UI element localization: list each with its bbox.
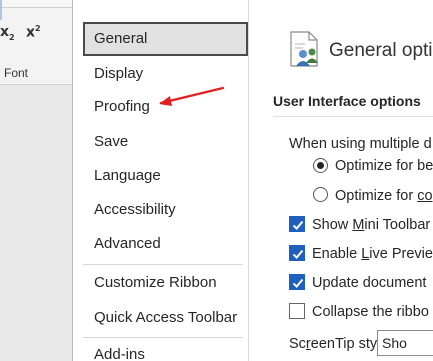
collapse-ribbon-label[interactable]: Collapse the ribbo xyxy=(312,304,429,320)
superscript-button[interactable]: x2 xyxy=(26,24,41,41)
nav-item-quick-access-toolbar[interactable]: Quick Access Toolbar xyxy=(83,301,248,335)
multi-display-label: When using multiple d xyxy=(289,136,432,152)
checkmark-icon xyxy=(292,249,304,259)
nav-item-add-ins[interactable]: Add-ins xyxy=(83,338,248,361)
ribbon-background: x2 x2 Font xyxy=(0,0,72,361)
nav-item-display[interactable]: Display xyxy=(83,57,248,91)
checkmark-icon xyxy=(292,220,304,230)
live-preview-checkbox[interactable] xyxy=(289,245,305,261)
update-document-label[interactable]: Update document xyxy=(312,275,426,291)
screentip-style-dropdown[interactable]: Sho xyxy=(377,330,433,356)
nav-item-general[interactable]: General xyxy=(83,22,248,56)
optimize-best-label[interactable]: Optimize for be xyxy=(335,158,433,174)
mini-toolbar-checkbox[interactable] xyxy=(289,216,305,232)
text-effects-icon[interactable] xyxy=(0,0,10,20)
update-document-checkbox[interactable] xyxy=(289,274,305,290)
document-area xyxy=(0,85,72,361)
mini-toolbar-label[interactable]: Show Mini Toolbar xyxy=(312,217,430,233)
optimize-best-radio[interactable] xyxy=(313,158,328,173)
ribbon-top-edge xyxy=(0,0,72,8)
font-group-label: Font xyxy=(4,66,29,80)
live-preview-label[interactable]: Enable Live Previe xyxy=(312,246,433,262)
checkmark-icon xyxy=(292,278,304,288)
nav-divider xyxy=(83,264,243,265)
optimize-compat-radio[interactable] xyxy=(313,187,328,202)
section-divider xyxy=(273,116,433,117)
general-options-icon xyxy=(290,31,318,67)
nav-item-language[interactable]: Language xyxy=(83,159,248,193)
options-content: General optio User Interface options Whe… xyxy=(250,0,433,361)
optimize-compat-label[interactable]: Optimize for co xyxy=(335,188,433,204)
options-dialog: General Display Proofing Save Language A… xyxy=(72,0,433,361)
radio-selected-dot xyxy=(317,162,324,169)
page-title: General optio xyxy=(329,40,433,61)
nav-item-accessibility[interactable]: Accessibility xyxy=(83,193,248,227)
options-nav: General Display Proofing Save Language A… xyxy=(73,0,249,361)
nav-item-advanced[interactable]: Advanced xyxy=(83,227,248,261)
collapse-ribbon-checkbox[interactable] xyxy=(289,303,305,319)
nav-item-save[interactable]: Save xyxy=(83,125,248,159)
nav-item-proofing[interactable]: Proofing xyxy=(83,90,248,124)
nav-item-customize-ribbon[interactable]: Customize Ribbon xyxy=(83,266,248,300)
section-title: User Interface options xyxy=(273,93,421,109)
subscript-button[interactable]: x2 xyxy=(0,24,15,42)
